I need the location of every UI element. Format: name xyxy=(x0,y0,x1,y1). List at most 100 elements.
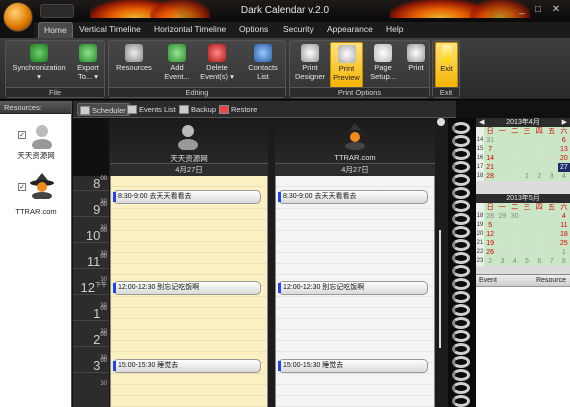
resource-item[interactable]: ✓ 天天资源网 xyxy=(0,121,72,171)
resource-column-body[interactable]: 8:30-9:00 去天天看看去 12:00-12:30 别忘记吃饭啊 15:00-… xyxy=(275,176,435,407)
calendar-day[interactable]: 19 xyxy=(484,239,496,248)
page-setup-button[interactable]: Page Setup... xyxy=(365,42,401,88)
next-month-arrow[interactable]: ▶ xyxy=(562,118,567,127)
calendar-day[interactable]: 20 xyxy=(496,239,508,248)
calendar-day[interactable]: 4 xyxy=(533,136,545,145)
calendar-day[interactable]: 7 xyxy=(545,257,557,266)
tab-events-list[interactable]: Events List xyxy=(125,103,179,116)
calendar-day[interactable]: 31 xyxy=(484,136,496,145)
tab-restore[interactable]: Restore xyxy=(217,103,260,116)
tab-help[interactable]: Help xyxy=(386,24,403,34)
calendar-day[interactable]: 18 xyxy=(558,230,570,239)
calendar-day[interactable]: 4 xyxy=(558,212,570,221)
calendar-day[interactable]: 23 xyxy=(533,239,545,248)
calendar-day[interactable]: 19 xyxy=(545,154,557,163)
app-menu-orb[interactable] xyxy=(3,2,33,32)
calendar-day[interactable]: 4 xyxy=(509,257,521,266)
calendar-day[interactable]: 17 xyxy=(521,154,533,163)
calendar-day[interactable]: 9 xyxy=(509,145,521,154)
calendar-day[interactable]: 9 xyxy=(533,221,545,230)
calendar-day[interactable]: 15 xyxy=(521,230,533,239)
event-column-header[interactable]: Event xyxy=(479,277,497,284)
exit-button[interactable]: Exit xyxy=(435,42,458,88)
resource-column-body[interactable]: 8:30-9:00 去天天看看去 12:00-12:30 别忘记吃饭啊 15:00-… xyxy=(110,176,268,407)
print-button[interactable]: Print xyxy=(403,42,429,88)
calendar-day[interactable]: 1 xyxy=(521,212,533,221)
calendar-day[interactable]: 2 xyxy=(484,257,496,266)
synchronization-button[interactable]: Synchronization ▾ xyxy=(8,42,70,88)
print-designer-button[interactable]: Print Designer xyxy=(292,42,328,88)
calendar-day[interactable]: 27 xyxy=(557,163,570,172)
calendar-day[interactable]: 7 xyxy=(509,221,521,230)
calendar-day[interactable]: 20 xyxy=(558,154,570,163)
calendar-day[interactable]: 27 xyxy=(496,248,508,257)
close-button[interactable]: ✕ xyxy=(549,3,563,16)
calendar-day[interactable]: 29 xyxy=(521,248,533,257)
calendar-day[interactable]: 6 xyxy=(558,136,570,145)
resource-column-header[interactable]: Resource xyxy=(536,277,566,284)
calendar-day[interactable]: 6 xyxy=(533,257,545,266)
contacts-list-button[interactable]: Contacts List xyxy=(243,42,283,88)
tab-vertical-timeline[interactable]: Vertical Timeline xyxy=(79,24,141,34)
calendar-day[interactable]: 10 xyxy=(521,145,533,154)
calendar-day[interactable]: 22 xyxy=(496,163,508,172)
calendar-day[interactable]: 5 xyxy=(484,221,496,230)
calendar-day[interactable]: 13 xyxy=(558,145,570,154)
delete-events-button[interactable]: Delete Event(s) ▾ xyxy=(197,42,237,88)
calendar-day[interactable]: 24 xyxy=(521,163,533,172)
calendar-day[interactable]: 3 xyxy=(545,212,557,221)
calendar-event[interactable]: 8:30-9:00 去天天看看去 xyxy=(278,190,428,204)
day-grid[interactable]: 日一二三四五六 18 28 29 30 1 2 3 4 19 5 6 7 8 9 10 11 20 12 13 14 15… xyxy=(476,203,570,266)
calendar-day[interactable]: 1 xyxy=(558,248,570,257)
calendar-day[interactable]: 21 xyxy=(509,239,521,248)
calendar-event[interactable]: 8:30-9:00 去天天看看去 xyxy=(113,190,261,204)
resource-item[interactable]: ✓ TTRAR.com xyxy=(0,171,72,221)
print-preview-button[interactable]: Print Preview xyxy=(330,42,363,88)
tab-backup[interactable]: Backup xyxy=(177,103,219,116)
resource-checkbox[interactable]: ✓ xyxy=(18,131,26,139)
calendar-day[interactable]: 11 xyxy=(558,221,570,230)
calendar-day[interactable]: 23 xyxy=(509,163,521,172)
calendar-day[interactable]: 15 xyxy=(496,154,508,163)
calendar-day[interactable]: 22 xyxy=(521,239,533,248)
minimize-button[interactable]: _ xyxy=(515,3,529,16)
calendar-day[interactable]: 13 xyxy=(496,230,508,239)
calendar-day[interactable]: 30 xyxy=(509,172,521,181)
mini-calendar-may[interactable]: 2013年5月 日一二三四五六 18 28 29 30 1 2 3 4 19 5 6 7 8 9 10 11 20… xyxy=(476,194,570,266)
calendar-day[interactable]: 5 xyxy=(545,136,557,145)
calendar-day[interactable]: 12 xyxy=(545,145,557,154)
calendar-day[interactable]: 5 xyxy=(521,257,533,266)
maximize-button[interactable]: □ xyxy=(531,3,545,16)
calendar-day[interactable]: 14 xyxy=(509,230,521,239)
calendar-day[interactable]: 24 xyxy=(545,239,557,248)
calendar-day[interactable]: 26 xyxy=(484,248,496,257)
calendar-day[interactable]: 26 xyxy=(545,163,557,172)
day-grid[interactable]: 日一二三四五六 14 31 1 2 3 4 5 6 15 7 8 9 10 11 12 13 16 14 15 16 17… xyxy=(476,127,570,181)
tab-home[interactable]: Home xyxy=(38,22,73,38)
calendar-day[interactable]: 29 xyxy=(496,212,508,221)
calendar-day[interactable]: 2 xyxy=(509,136,521,145)
calendar-day[interactable]: 7 xyxy=(484,145,496,154)
calendar-day[interactable]: 16 xyxy=(533,230,545,239)
calendar-day[interactable]: 1 xyxy=(521,172,533,181)
export-button[interactable]: Export To... ▾ xyxy=(72,42,104,88)
tab-horizontal-timeline[interactable]: Horizontal Timeline xyxy=(154,24,226,34)
calendar-day[interactable]: 8 xyxy=(521,221,533,230)
calendar-day[interactable]: 18 xyxy=(533,154,545,163)
calendar-day[interactable]: 6 xyxy=(496,221,508,230)
tab-options[interactable]: Options xyxy=(239,24,268,34)
calendar-event[interactable]: 12:00-12:30 别忘记吃饭啊 xyxy=(278,281,428,295)
calendar-day[interactable]: 3 xyxy=(496,257,508,266)
calendar-day[interactable]: 8 xyxy=(558,257,570,266)
calendar-day[interactable]: 12 xyxy=(484,230,496,239)
calendar-day[interactable]: 25 xyxy=(558,239,570,248)
calendar-day[interactable]: 21 xyxy=(484,163,496,172)
calendar-day[interactable]: 2 xyxy=(533,212,545,221)
calendar-event[interactable]: 12:00-12:30 别忘记吃饭啊 xyxy=(113,281,261,295)
calendar-day[interactable]: 17 xyxy=(545,230,557,239)
mini-calendar-april[interactable]: ◀ 2013年4月 ▶ 日一二三四五六 14 31 1 2 3 4 5 6 15 7 8 9 10 11 12… xyxy=(476,118,570,181)
calendar-day[interactable]: 30 xyxy=(509,212,521,221)
calendar-day[interactable]: 31 xyxy=(545,248,557,257)
calendar-day[interactable]: 2 xyxy=(533,172,545,181)
tab-appearance[interactable]: Appearance xyxy=(327,24,373,34)
